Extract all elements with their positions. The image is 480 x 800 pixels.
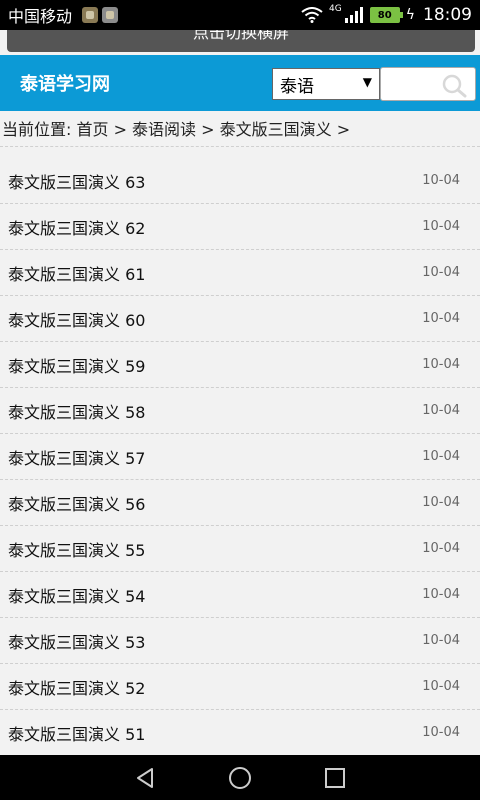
list-item[interactable]: 泰文版三国演义 62 10-04	[0, 204, 480, 250]
clock: 18:09	[423, 5, 472, 25]
article-date: 10-04	[422, 173, 460, 188]
charging-icon: ϟ	[405, 7, 415, 23]
article-date: 10-04	[422, 633, 460, 648]
search-input[interactable]	[385, 68, 445, 98]
notification-app-icon	[82, 7, 99, 23]
battery-icon: 80	[369, 7, 403, 23]
status-bar: 中国移动 4G 80 ϟ 18:09	[0, 0, 480, 30]
list-item[interactable]: 泰文版三国演义 58 10-04	[0, 388, 480, 434]
article-title[interactable]: 泰文版三国演义 54	[8, 583, 145, 607]
article-date: 10-04	[422, 219, 460, 234]
article-date: 10-04	[422, 587, 460, 602]
recents-icon[interactable]	[324, 767, 346, 789]
article-list: 泰文版三国演义 63 10-04 泰文版三国演义 62 10-04 泰文版三国演义 61…	[0, 158, 480, 756]
article-date: 10-04	[422, 265, 460, 280]
list-item[interactable]: 泰文版三国演义 60 10-04	[0, 296, 480, 342]
navigation-bar	[0, 755, 480, 800]
article-title[interactable]: 泰文版三国演义 58	[8, 399, 145, 423]
list-item[interactable]: 泰文版三国演义 61 10-04	[0, 250, 480, 296]
article-date: 10-04	[422, 541, 460, 556]
list-item[interactable]: 泰文版三国演义 52 10-04	[0, 664, 480, 710]
list-item[interactable]: 泰文版三国演义 56 10-04	[0, 480, 480, 526]
site-title[interactable]: 泰语学习网	[20, 70, 110, 96]
breadcrumb: 当前位置: 首页 > 泰语阅读 > 泰文版三国演义 >	[0, 113, 480, 147]
article-title[interactable]: 泰文版三国演义 53	[8, 629, 145, 653]
signal-icon	[344, 7, 363, 23]
status-indicators: 4G 80 ϟ 18:09	[301, 4, 472, 25]
list-item[interactable]: 泰文版三国演义 63 10-04	[0, 158, 480, 204]
list-item[interactable]: 泰文版三国演义 55 10-04	[0, 526, 480, 572]
language-select[interactable]: 泰语 ▼	[272, 68, 380, 100]
article-title[interactable]: 泰文版三国演义 63	[8, 169, 145, 193]
article-date: 10-04	[422, 449, 460, 464]
article-title[interactable]: 泰文版三国演义 60	[8, 307, 145, 331]
article-title[interactable]: 泰文版三国演义 52	[8, 675, 145, 699]
article-date: 10-04	[422, 679, 460, 694]
article-title[interactable]: 泰文版三国演义 55	[8, 537, 145, 561]
carrier-name: 中国移动	[8, 7, 73, 26]
home-icon[interactable]	[228, 766, 252, 790]
list-item[interactable]: 泰文版三国演义 51 10-04	[0, 710, 480, 756]
article-title[interactable]: 泰文版三国演义 61	[8, 261, 145, 285]
list-item[interactable]: 泰文版三国演义 57 10-04	[0, 434, 480, 480]
site-header: 泰语学习网 泰语 ▼	[0, 55, 480, 111]
article-date: 10-04	[422, 403, 460, 418]
rotate-toast[interactable]: 点击切换横屏	[7, 30, 475, 52]
list-item[interactable]: 泰文版三国演义 53 10-04	[0, 618, 480, 664]
wifi-icon	[301, 7, 323, 23]
toast-text: 点击切换横屏	[192, 30, 289, 42]
article-title[interactable]: 泰文版三国演义 59	[8, 353, 145, 377]
network-type: 4G	[329, 4, 342, 14]
dropdown-arrow-icon: ▼	[362, 75, 372, 89]
article-title[interactable]: 泰文版三国演义 51	[8, 721, 145, 745]
article-date: 10-04	[422, 725, 460, 740]
article-date: 10-04	[422, 495, 460, 510]
article-date: 10-04	[422, 357, 460, 372]
search-icon[interactable]	[441, 74, 467, 98]
article-date: 10-04	[422, 311, 460, 326]
search-box[interactable]	[380, 67, 476, 101]
battery-level: 80	[377, 9, 392, 21]
list-item[interactable]: 泰文版三国演义 59 10-04	[0, 342, 480, 388]
article-title[interactable]: 泰文版三国演义 57	[8, 445, 145, 469]
back-icon[interactable]	[134, 767, 156, 789]
article-title[interactable]: 泰文版三国演义 62	[8, 215, 145, 239]
list-item[interactable]: 泰文版三国演义 54 10-04	[0, 572, 480, 618]
notification-image-icon	[102, 7, 119, 23]
language-select-value: 泰语	[280, 76, 314, 97]
article-title[interactable]: 泰文版三国演义 56	[8, 491, 145, 515]
